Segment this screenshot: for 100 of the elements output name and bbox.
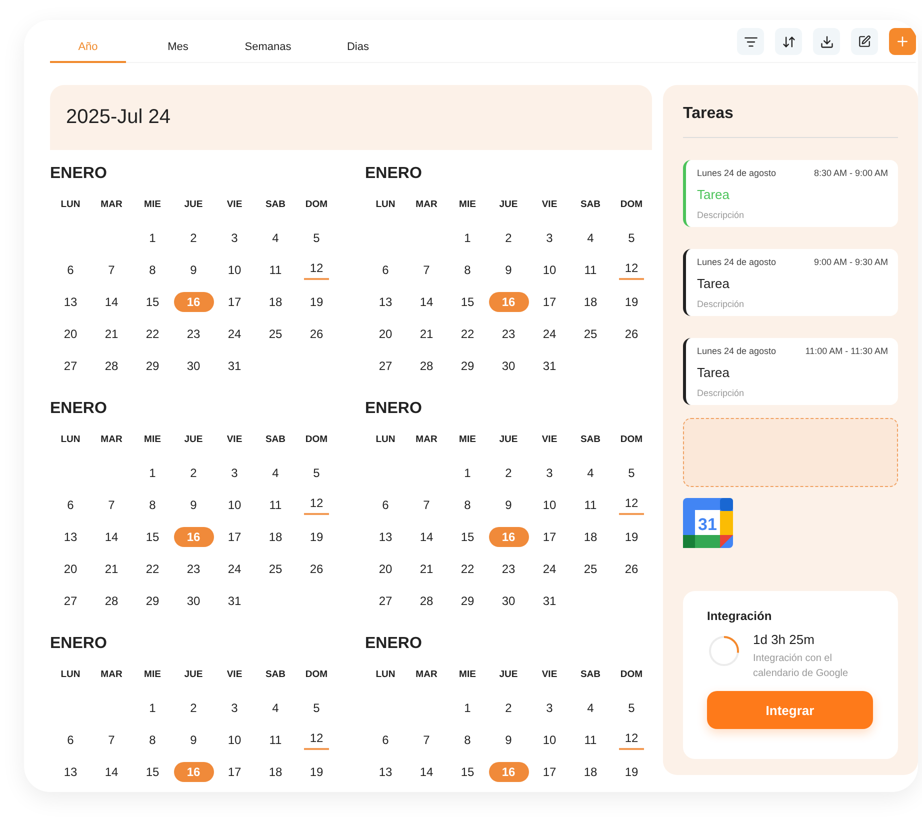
calendar-day[interactable]: 9 [190,730,197,750]
calendar-day[interactable]: 26 [310,559,324,579]
calendar-day[interactable]: 5 [313,698,320,718]
calendar-day[interactable]: 11 [269,730,282,750]
calendar-day[interactable]: 19 [624,762,638,782]
calendar-day[interactable]: 20 [64,559,78,579]
calendar-day[interactable]: 27 [64,591,78,611]
calendar-day[interactable]: 23 [502,559,516,579]
calendar-day[interactable]: 15 [146,762,160,782]
calendar-day[interactable]: 30 [186,591,200,611]
calendar-day[interactable]: 23 [186,324,200,344]
calendar-day[interactable]: 18 [584,527,598,547]
calendar-day[interactable]: 13 [378,527,392,547]
calendar-day[interactable]: 1 [464,228,471,248]
calendar-day[interactable]: 7 [108,495,115,515]
calendar-day[interactable]: 9 [505,495,512,515]
calendar-day[interactable]: 2 [505,698,512,718]
calendar-day[interactable]: 29 [460,356,474,376]
calendar-day[interactable]: 27 [64,356,78,376]
calendar-day[interactable]: 15 [146,527,160,547]
calendar-day[interactable]: 28 [104,356,118,376]
calendar-day[interactable]: 22 [460,559,474,579]
download-button[interactable] [813,28,840,55]
calendar-day[interactable]: 12 [618,730,644,750]
calendar-day[interactable]: 6 [67,260,74,280]
calendar-day[interactable]: 14 [420,762,434,782]
calendar-day[interactable]: 3 [231,698,238,718]
calendar-day[interactable]: 4 [587,698,594,718]
calendar-day[interactable]: 10 [542,495,556,515]
calendar-day[interactable]: 8 [464,730,471,750]
calendar-day[interactable]: 31 [228,591,242,611]
calendar-day[interactable]: 6 [382,730,389,750]
calendar-day[interactable]: 19 [624,527,638,547]
calendar-day[interactable]: 28 [104,591,118,611]
calendar-day[interactable]: 18 [268,292,282,312]
calendar-day[interactable]: 17 [542,762,556,782]
calendar-day[interactable]: 9 [190,495,197,515]
calendar-day[interactable]: 25 [268,324,282,344]
calendar-day[interactable]: 10 [542,260,556,280]
calendar-day[interactable]: 26 [624,324,638,344]
calendar-day[interactable]: 5 [313,228,320,248]
calendar-day[interactable]: 17 [228,762,242,782]
calendar-day[interactable]: 7 [108,260,115,280]
calendar-day[interactable]: 17 [228,527,242,547]
calendar-day[interactable]: 15 [460,762,474,782]
calendar-day[interactable]: 7 [423,495,430,515]
calendar-day[interactable]: 29 [460,591,474,611]
calendar-day[interactable]: 22 [146,559,160,579]
calendar-day[interactable]: 6 [67,495,74,515]
sort-button[interactable] [775,28,802,55]
calendar-day[interactable]: 24 [542,559,556,579]
view-tab[interactable]: Mes [140,33,216,63]
calendar-day[interactable]: 29 [146,356,160,376]
calendar-day[interactable]: 10 [542,730,556,750]
calendar-day[interactable]: 18 [584,292,598,312]
calendar-day[interactable]: 29 [146,591,160,611]
calendar-day[interactable]: 7 [108,730,115,750]
calendar-day[interactable]: 20 [64,324,78,344]
calendar-day[interactable]: 18 [268,527,282,547]
calendar-day[interactable]: 28 [420,356,434,376]
calendar-day[interactable]: 14 [104,762,118,782]
calendar-day[interactable]: 3 [546,463,553,483]
calendar-day[interactable]: 2 [505,228,512,248]
calendar-day[interactable]: 5 [628,698,635,718]
calendar-day[interactable]: 2 [505,463,512,483]
calendar-day[interactable]: 12 [304,260,330,280]
calendar-day[interactable]: 15 [460,292,474,312]
calendar-day[interactable]: 17 [228,292,242,312]
calendar-day[interactable]: 24 [228,559,242,579]
calendar-day[interactable]: 8 [464,260,471,280]
calendar-day[interactable]: 12 [618,496,644,514]
calendar-day[interactable]: 15 [460,527,474,547]
calendar-day[interactable]: 10 [228,730,242,750]
calendar-day[interactable]: 25 [268,559,282,579]
calendar-day[interactable]: 21 [420,324,434,344]
calendar-day[interactable]: 24 [228,324,242,344]
calendar-day[interactable]: 18 [584,762,598,782]
calendar-day[interactable]: 8 [149,495,156,515]
calendar-day[interactable]: 11 [269,495,282,515]
calendar-day[interactable]: 22 [460,324,474,344]
calendar-day[interactable]: 3 [231,228,238,248]
calendar-day[interactable]: 11 [584,260,597,280]
calendar-day[interactable]: 21 [104,559,118,579]
calendar-day[interactable]: 8 [149,730,156,750]
calendar-day[interactable]: 13 [64,292,78,312]
calendar-day[interactable]: 9 [505,730,512,750]
calendar-day[interactable]: 31 [228,356,242,376]
calendar-day[interactable]: 5 [628,463,635,483]
calendar-day[interactable]: 27 [378,591,392,611]
calendar-day[interactable]: 4 [272,463,279,483]
calendar-day[interactable]: 12 [304,730,330,750]
calendar-day[interactable]: 12 [304,496,330,514]
calendar-day[interactable]: 6 [382,260,389,280]
calendar-day[interactable]: 22 [146,324,160,344]
calendar-day[interactable]: 2 [190,463,197,483]
calendar-day[interactable]: 28 [420,591,434,611]
calendar-day[interactable]: 25 [584,324,598,344]
calendar-day[interactable]: 9 [505,260,512,280]
calendar-day[interactable]: 14 [104,292,118,312]
calendar-day[interactable]: 13 [64,527,78,547]
